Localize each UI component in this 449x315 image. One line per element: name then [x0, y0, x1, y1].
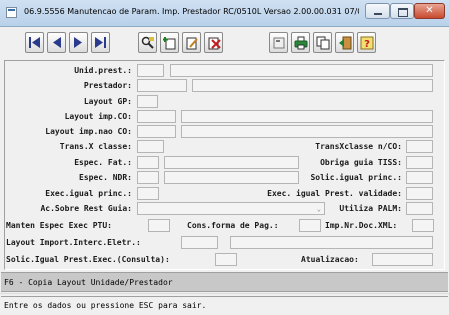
imp-nr-doc-xml-label: Imp.Nr.Doc.XML:: [325, 221, 398, 230]
espec-fat-label: Espec. Fat.:: [74, 158, 132, 167]
window-title: 06.9.5556 Manutencao de Param. Imp. Pres…: [24, 7, 359, 16]
trans-x-classe-field[interactable]: [137, 140, 164, 153]
ac-sobre-rest-guia-label: Ac.Sobre Rest Guia:: [40, 204, 132, 213]
obriga-guia-tiss-field[interactable]: [406, 156, 433, 169]
zoom-button[interactable]: [269, 32, 288, 53]
exec-igual-princ-label: Exec.igual princ.:: [45, 189, 132, 198]
maximize-button[interactable]: [390, 3, 414, 19]
obriga-guia-tiss-label: Obriga guia TISS:: [320, 158, 402, 167]
modify-button[interactable]: [182, 32, 201, 53]
next-record-icon: [74, 37, 82, 48]
layout-gp-field[interactable]: [137, 95, 158, 108]
layout-imp-nao-co-label: Layout imp.nao CO:: [45, 127, 132, 136]
utiliza-palm-label: Utiliza PALM:: [339, 204, 402, 213]
espec-fat-description: [164, 156, 299, 169]
chevron-down-icon[interactable]: ⌄: [317, 205, 321, 213]
layout-imp-co-field[interactable]: [137, 110, 176, 123]
close-icon: ✕: [425, 5, 434, 16]
layout-imp-nao-co-description: [181, 125, 433, 138]
form-panel: Unid.prest.: Prestador: Layout GP: Layou…: [4, 60, 445, 270]
unid-prest-field[interactable]: [137, 64, 164, 77]
exit-icon: [338, 36, 351, 49]
atualizacao-label: Atualizacao:: [301, 255, 359, 264]
delete-button[interactable]: [204, 32, 223, 53]
prestador-field[interactable]: [137, 79, 187, 92]
next-record-button[interactable]: [69, 32, 88, 53]
solic-igual-princ-label: Solic.igual princ.:: [310, 173, 402, 182]
prestador-description: [192, 79, 433, 92]
cons-forma-de-pag-field[interactable]: [299, 219, 321, 232]
manten-espec-exec-ptu-field[interactable]: [148, 219, 170, 232]
utiliza-palm-field[interactable]: [406, 202, 433, 215]
exit-button[interactable]: [335, 32, 354, 53]
espec-ndr-description: [164, 171, 299, 184]
zoom-icon: [273, 37, 284, 48]
solic-igual-prest-exec-consulta-label: Solic.Igual Prest.Exec.(Consulta):: [6, 255, 170, 264]
exec-igual-prest-validade-label: Exec. igual Prest. validade:: [267, 189, 402, 198]
ac-sobre-rest-guia-select[interactable]: ⌄: [137, 202, 325, 215]
maximize-icon: [398, 8, 408, 17]
prestador-label: Prestador:: [83, 81, 132, 90]
manten-espec-exec-ptu-label: Manten Espec Exec PTU:: [6, 221, 112, 230]
layout-import-interc-eletr-description: [230, 236, 433, 249]
previous-record-button[interactable]: [47, 32, 66, 53]
svg-text:?: ?: [364, 39, 370, 50]
solic-igual-princ-field[interactable]: [406, 171, 433, 184]
layout-imp-nao-co-field[interactable]: [137, 125, 176, 138]
espec-ndr-label: Espec. NDR:: [79, 173, 132, 182]
f6-hint-bar: F6 - Copia Layout Unidade/Prestador: [1, 272, 448, 292]
goto-icon: [141, 36, 154, 49]
trans-x-classe-label: Trans.X classe:: [59, 142, 132, 151]
first-record-button[interactable]: [25, 32, 44, 53]
delete-icon: [208, 37, 221, 49]
layout-import-interc-eletr-label: Layout Import.Interc.Eletr.:: [6, 238, 141, 247]
transxclasse-n-co-field[interactable]: [406, 140, 433, 153]
close-button[interactable]: ✕: [414, 3, 445, 19]
title-bar: 06.9.5556 Manutencao de Param. Imp. Pres…: [0, 0, 449, 27]
divider: [0, 293, 449, 294]
layout-gp-label: Layout GP:: [83, 97, 132, 106]
app-icon: [6, 7, 17, 18]
modify-icon: [186, 37, 198, 49]
toolbar: ?: [4, 30, 445, 58]
status-message: Entre os dados ou pressione ESC para sai…: [1, 296, 448, 313]
transxclasse-n-co-label: TransXclasse n/CO:: [315, 142, 402, 151]
unid-prest-label: Unid.prest.:: [74, 66, 132, 75]
goto-button[interactable]: [138, 32, 157, 53]
previous-record-icon: [53, 37, 61, 48]
layout-import-interc-eletr-field[interactable]: [181, 236, 218, 249]
add-icon: [162, 36, 175, 49]
unid-prest-description: [170, 64, 433, 77]
print-button[interactable]: [291, 32, 310, 53]
copy-button[interactable]: [313, 32, 332, 53]
minimize-button[interactable]: [365, 3, 390, 19]
espec-ndr-field[interactable]: [137, 171, 159, 184]
exec-igual-prest-validade-field[interactable]: [406, 187, 433, 200]
last-record-button[interactable]: [91, 32, 110, 53]
print-icon: [294, 36, 307, 49]
atualizacao-field[interactable]: [372, 253, 433, 266]
application-window: 06.9.5556 Manutencao de Param. Imp. Pres…: [0, 0, 449, 315]
imp-nr-doc-xml-field[interactable]: [412, 219, 434, 232]
solic-igual-prest-exec-consulta-field[interactable]: [215, 253, 237, 266]
first-record-icon: [29, 37, 40, 48]
layout-imp-co-label: Layout imp.CO:: [64, 112, 132, 121]
help-icon: ?: [360, 36, 373, 50]
espec-fat-field[interactable]: [137, 156, 159, 169]
last-record-icon: [95, 37, 106, 48]
exec-igual-princ-field[interactable]: [137, 187, 159, 200]
copy-icon: [316, 36, 329, 49]
cons-forma-de-pag-label: Cons.forma de Pag.:: [187, 221, 279, 230]
add-button[interactable]: [160, 32, 179, 53]
help-button[interactable]: ?: [357, 32, 376, 53]
layout-imp-co-description: [181, 110, 433, 123]
minimize-icon: [374, 13, 382, 15]
